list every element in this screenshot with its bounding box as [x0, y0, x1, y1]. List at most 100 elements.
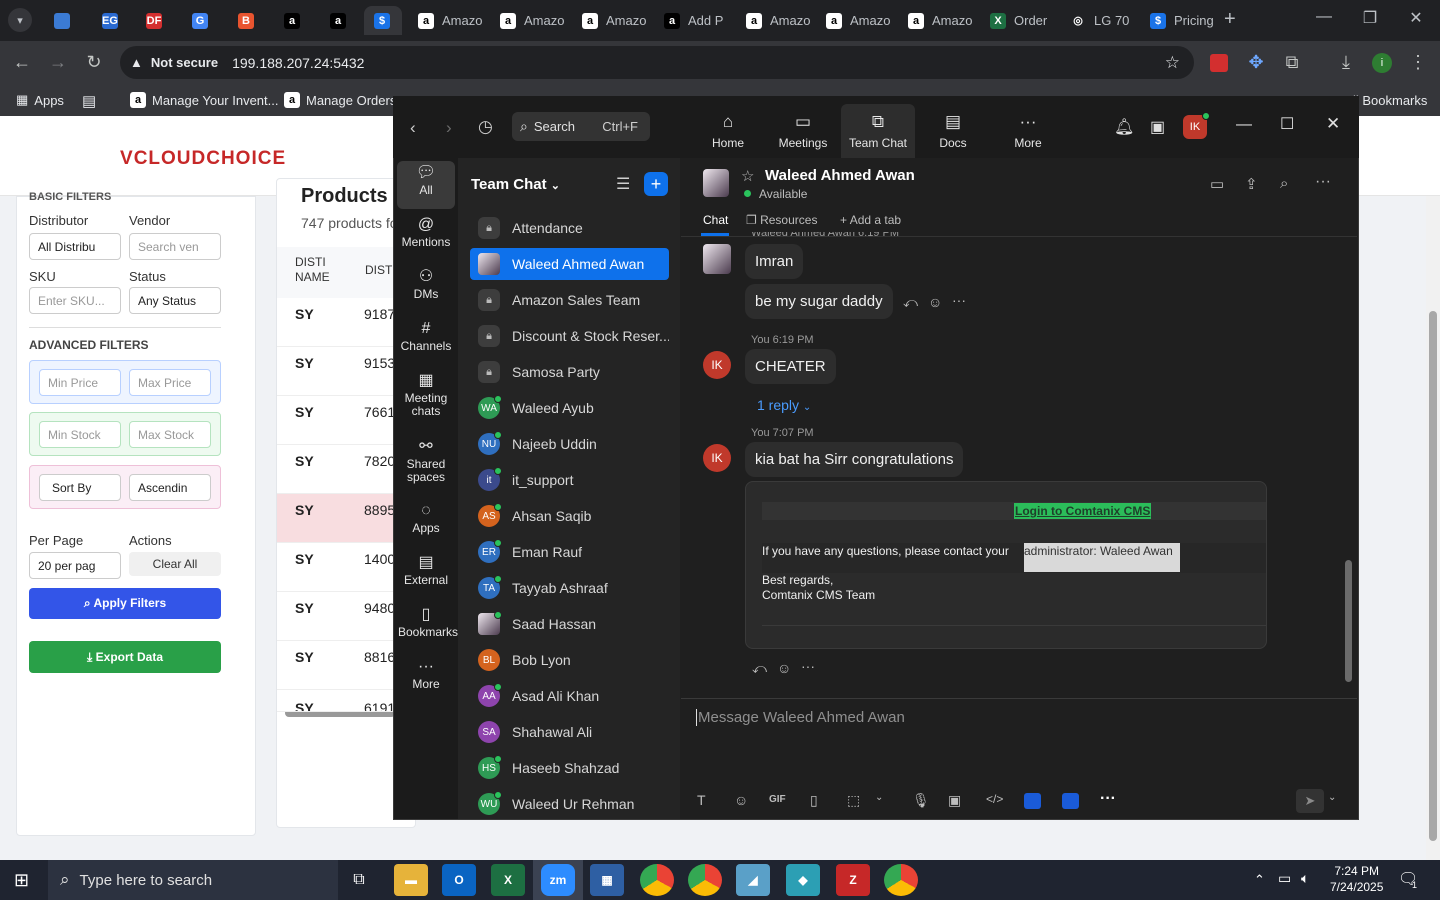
rail-dms[interactable]: ⚇ DMs [396, 269, 456, 301]
contact-photo[interactable] [703, 169, 729, 197]
rail-bookmarks[interactable]: ▯ Bookmarks [396, 607, 458, 639]
email-login-link[interactable]: Login to Comtanix CMS [1014, 503, 1152, 519]
zoom-search[interactable]: ⌕ Search Ctrl+F [512, 112, 650, 141]
reload-icon[interactable]: ↻ [80, 52, 108, 73]
team-chat-title[interactable]: Team Chat ⌄ [471, 176, 560, 193]
contact-name[interactable]: Waleed Ahmed Awan [765, 167, 915, 184]
message-bubble[interactable]: be my sugar daddy [745, 284, 893, 319]
apply-filters-button[interactable]: ⌕ Apply Filters [29, 588, 221, 619]
extensions-icon[interactable]: ⧉ [1278, 52, 1306, 73]
rail-shared-spaces[interactable]: ⚯ Shared spaces [396, 439, 456, 484]
distributor-select[interactable]: All Distribu [29, 233, 121, 260]
browser-tab[interactable]: G [182, 6, 218, 35]
min-price-input[interactable]: Min Price [39, 369, 121, 396]
history-icon[interactable]: ◷ [478, 117, 493, 137]
chat-scroll-thumb[interactable] [1345, 560, 1352, 682]
browser-tab[interactable]: B [228, 6, 264, 35]
table-row[interactable]: SY 1400 [277, 543, 397, 592]
filter-icon[interactable]: ☰ [616, 174, 630, 194]
reply-icon[interactable]: ⤺ [903, 294, 918, 311]
chat-list-item[interactable]: ER Eman Rauf [470, 536, 669, 568]
chat-list-item[interactable]: 🔒︎ Attendance [470, 212, 669, 244]
bookmark-apps[interactable]: ▦ Apps [16, 92, 64, 108]
zoom-app-icon[interactable]: zm [541, 864, 575, 896]
gif-icon[interactable]: GIF [769, 794, 786, 805]
forward-icon[interactable]: › [446, 118, 452, 138]
extension-puzzle-blue-icon[interactable]: ✥ [1242, 52, 1270, 73]
browser-tab[interactable]: $ [364, 6, 402, 35]
browser-tab[interactable]: a [320, 6, 356, 35]
task-view-icon[interactable]: ⧉ [342, 864, 376, 896]
chevron-down-icon[interactable]: ⌄ [875, 792, 883, 803]
rail-external[interactable]: ▤ External [396, 555, 456, 587]
send-button[interactable]: ➤ [1296, 789, 1324, 813]
sku-input[interactable]: Enter SKU... [29, 287, 121, 314]
chat-list-item[interactable]: SA Shahawal Ali [470, 716, 669, 748]
status-select[interactable]: Any Status [129, 287, 221, 314]
tray-chevron-icon[interactable]: ⌃ [1254, 872, 1265, 888]
table-row[interactable]: SY 9480 [277, 592, 397, 641]
nav-more[interactable]: ··· More [991, 104, 1065, 158]
chrome-menu-icon[interactable]: ⋮ [1404, 52, 1432, 73]
code-icon[interactable]: </> [986, 792, 1003, 806]
table-row[interactable]: SY 9153 [277, 347, 397, 396]
message-bubble[interactable]: kia bat ha Sirr congratulations [745, 442, 964, 477]
table-row[interactable]: SY 8816 [277, 641, 397, 690]
emoji-icon[interactable]: ☺ [734, 792, 748, 808]
page-scrollbar[interactable] [1426, 196, 1440, 860]
chat-list-item[interactable]: Waleed Ahmed Awan [470, 248, 669, 280]
more-icon[interactable]: ··· [801, 658, 815, 674]
calculator-icon[interactable]: ▦ [590, 864, 624, 896]
emoji-react-icon[interactable]: ☺ [777, 660, 791, 676]
close-icon[interactable]: ✕ [1326, 114, 1340, 134]
chat-list-item[interactable]: 🔒︎ Amazon Sales Team [470, 284, 669, 316]
more-icon[interactable]: ··· [952, 292, 966, 308]
reply-icon[interactable]: ⤺ [752, 660, 767, 677]
filezilla-icon[interactable]: Z [836, 864, 870, 896]
chat-list-item[interactable]: AA Asad Ali Khan [470, 680, 669, 712]
table-row[interactable]: SY 9187 [277, 298, 397, 347]
video-message-icon[interactable]: ▣ [948, 792, 961, 809]
table-row[interactable]: SY 7661 [277, 396, 397, 445]
send-options-chevron-icon[interactable]: ⌄ [1328, 792, 1336, 803]
max-price-input[interactable]: Max Price [129, 369, 211, 396]
app-zoom-icon[interactable] [1062, 793, 1079, 809]
browser-tab[interactable]: $ Pricing [1140, 6, 1220, 35]
message-bubble[interactable]: Imran [745, 244, 804, 279]
restore-icon[interactable]: ❐ [1350, 8, 1390, 28]
browser-tab[interactable]: DF [136, 6, 172, 35]
browser-tab[interactable]: a Amazo [898, 6, 978, 35]
rail-apps[interactable]: ◌ Apps [396, 503, 456, 535]
page-scroll-thumb[interactable] [1429, 311, 1437, 841]
browser-tab[interactable]: a Amazo [816, 6, 896, 35]
table-row[interactable]: SY 8895 [277, 494, 397, 543]
bookmark-manage-inventory[interactable]: a Manage Your Invent... [130, 92, 278, 108]
browser-tab[interactable]: a Amazo [490, 6, 570, 35]
favorite-star-icon[interactable]: ☆ [741, 167, 754, 185]
tab-resources[interactable]: ❐ Resources [746, 213, 817, 227]
close-icon[interactable]: ✕ [1396, 8, 1436, 28]
rail-more[interactable]: ··· More [396, 659, 456, 691]
chat-list-item[interactable]: WU Waleed Ur Rehman [470, 788, 669, 820]
sort-by-select[interactable]: Sort By [39, 474, 121, 501]
back-icon[interactable]: ‹ [410, 118, 416, 138]
chat-list-item[interactable]: it it_support [470, 464, 669, 496]
app-blue-icon[interactable] [1024, 793, 1041, 809]
emoji-react-icon[interactable]: ☺ [928, 294, 942, 310]
new-chat-button[interactable]: + [644, 172, 668, 196]
share-screen-icon[interactable]: ⇪ [1245, 175, 1258, 193]
browser-tab[interactable] [44, 6, 80, 35]
excel-icon[interactable]: X [491, 864, 525, 896]
new-tab-button[interactable]: + [1224, 8, 1236, 31]
minimize-icon[interactable]: — [1236, 116, 1252, 134]
browser-tab[interactable]: a Amazo [572, 6, 652, 35]
tab-chat[interactable]: Chat [703, 213, 728, 227]
chat-list-item[interactable]: 🔒︎ Discount & Stock Reser... [470, 320, 669, 352]
download-icon[interactable]: ⤓ [1332, 52, 1360, 73]
file-explorer-icon[interactable]: ▬ [394, 864, 428, 896]
chat-list-item[interactable]: TA Tayyab Ashraaf [470, 572, 669, 604]
column-header-disti-name[interactable]: DISTI NAME [295, 255, 345, 285]
nav-meetings[interactable]: ▭ Meetings [766, 104, 840, 158]
clear-all-button[interactable]: Clear All [129, 552, 221, 576]
browser-tab[interactable]: X Order [980, 6, 1058, 35]
